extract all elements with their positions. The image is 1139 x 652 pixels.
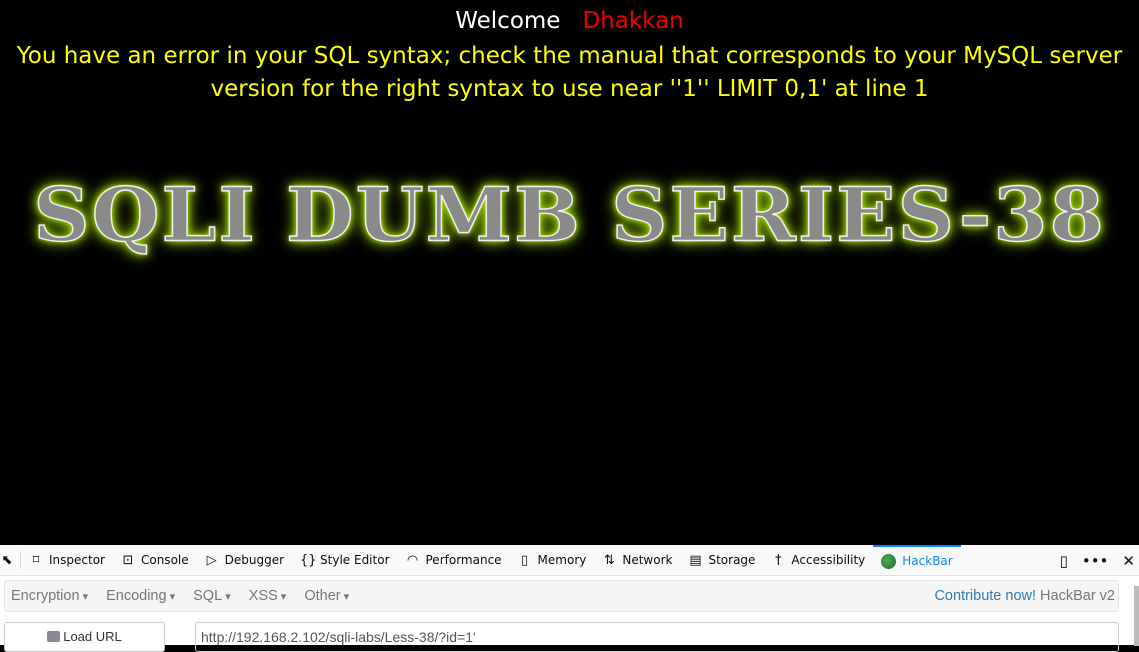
tab-accessibility[interactable]: † Accessibility	[763, 545, 873, 576]
series-logo: SQLI DUMB SERIES-38	[33, 172, 1106, 260]
contribute-area: Contribute now! HackBar v2	[934, 588, 1118, 604]
memory-icon: ▯	[520, 552, 529, 568]
menu-other[interactable]: Other	[298, 588, 355, 604]
welcome-line: Welcome Dhakkan	[0, 8, 1139, 34]
tab-network[interactable]: ⇅ Network	[594, 545, 680, 576]
responsive-mode-icon[interactable]: ▯	[1060, 552, 1068, 570]
console-icon: ⊡	[122, 552, 134, 568]
load-url-button[interactable]: Load URL	[4, 622, 165, 652]
welcome-label: Welcome	[455, 8, 561, 34]
tab-inspector[interactable]: ⌑ Inspector	[21, 545, 113, 576]
sql-error-message: You have an error in your SQL syntax; ch…	[16, 43, 1123, 102]
hackbar-menu: Encryption Encoding SQL XSS Other Contri…	[4, 580, 1119, 612]
tab-label: HackBar	[902, 554, 953, 568]
menu-encryption[interactable]: Encryption	[5, 588, 94, 604]
tab-label: Memory	[537, 553, 587, 567]
picker-icon: ⬉	[1, 552, 13, 568]
tab-performance[interactable]: ◠ Performance	[398, 545, 510, 576]
inspector-icon: ⌑	[32, 552, 40, 568]
tab-memory[interactable]: ▯ Memory	[510, 545, 595, 576]
close-icon[interactable]: ✕	[1122, 552, 1135, 570]
performance-icon: ◠	[406, 552, 419, 568]
load-url-label: Load URL	[63, 629, 122, 644]
menu-xss[interactable]: XSS	[243, 588, 293, 604]
style-editor-icon: {}	[300, 552, 317, 568]
load-url-icon	[47, 631, 61, 642]
devtools-tabbar: ⬉ ⌑ Inspector ⊡ Console ▷ Debugger {} Style …	[0, 544, 1139, 576]
tab-label: Storage	[708, 553, 756, 567]
contribute-link[interactable]: Contribute now!	[934, 588, 1036, 604]
devtools-panel: ⬉ ⌑ Inspector ⊡ Console ▷ Debugger {} Style …	[0, 544, 1139, 652]
tab-hackbar[interactable]: HackBar	[873, 544, 961, 576]
scrollbar[interactable]	[1134, 586, 1139, 646]
username: Dhakkan	[582, 8, 684, 34]
tab-storage[interactable]: ▤ Storage	[680, 545, 763, 576]
tab-label: Accessibility	[791, 553, 866, 567]
tab-label: Style Editor	[320, 553, 390, 567]
storage-icon: ▤	[689, 552, 702, 568]
tab-label: Inspector	[49, 553, 105, 567]
network-icon: ⇅	[603, 552, 615, 568]
web-page: Welcome Dhakkan You have an error in your…	[0, 0, 1139, 545]
tab-console[interactable]: ⊡ Console	[113, 545, 197, 576]
tab-label: Network	[622, 553, 673, 567]
tab-debugger[interactable]: ▷ Debugger	[197, 545, 292, 576]
more-options-icon[interactable]: •••	[1082, 552, 1109, 570]
tab-label: Console	[140, 553, 189, 567]
debugger-icon: ▷	[206, 552, 217, 568]
toolbar-actions: ▯ ••• ✕	[1060, 545, 1139, 576]
hackbar-version: HackBar v2	[1040, 588, 1115, 604]
tab-style-editor[interactable]: {} Style Editor	[292, 545, 397, 576]
url-input[interactable]: http://192.168.2.102/sqli-labs/Less-38/?…	[195, 622, 1119, 652]
tab-label: Debugger	[224, 553, 285, 567]
tab-label: Performance	[425, 553, 502, 567]
element-picker-button[interactable]: ⬉	[0, 551, 21, 569]
menu-encoding[interactable]: Encoding	[100, 588, 181, 604]
accessibility-icon: †	[775, 552, 782, 568]
hackbar-icon	[881, 553, 897, 569]
menu-sql[interactable]: SQL	[187, 588, 237, 604]
